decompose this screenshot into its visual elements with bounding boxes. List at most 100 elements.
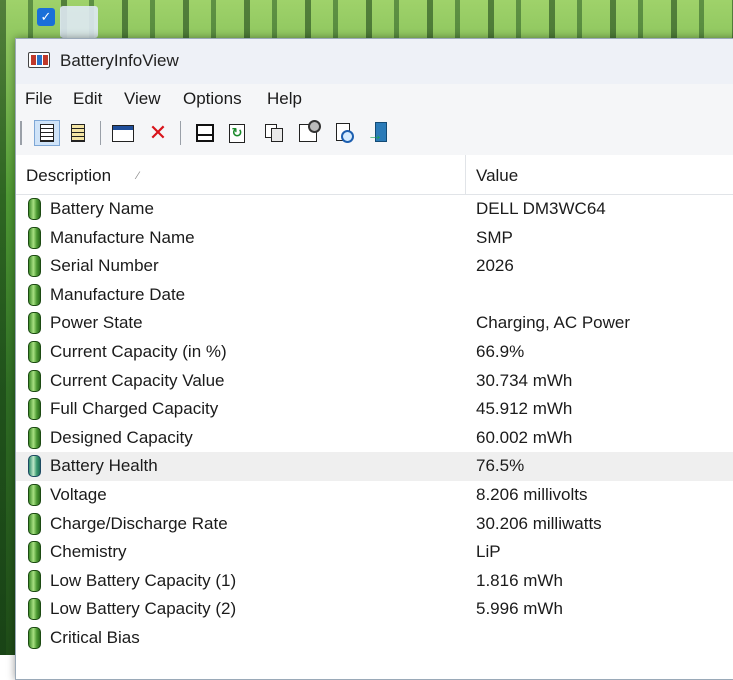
list-row[interactable]: Chemistry LiP: [16, 538, 733, 567]
row-value: Charging, AC Power: [476, 313, 631, 333]
row-value: 45.912 mWh: [476, 399, 573, 419]
exit-button[interactable]: →: [365, 120, 391, 146]
row-value: SMP: [476, 227, 513, 247]
clipboard-details-button[interactable]: [65, 120, 91, 146]
properties-icon: [299, 120, 321, 142]
list-row[interactable]: Manufacture Name SMP: [16, 224, 733, 253]
battery-icon: [28, 541, 41, 564]
window-icon: [112, 124, 134, 142]
menu-edit[interactable]: Edit: [73, 89, 102, 109]
battery-icon: [28, 312, 41, 335]
row-value: 1.816 mWh: [476, 570, 563, 590]
row-value: 2026: [476, 256, 514, 276]
checkbox-icon[interactable]: ✓: [37, 8, 55, 26]
battery-icon: [28, 198, 41, 220]
toolbar: ✕ ↻ →: [16, 113, 733, 156]
battery-icon: [28, 626, 41, 649]
properties-button[interactable]: [295, 120, 321, 146]
desktop-shortcut-icon[interactable]: [60, 6, 98, 38]
column-header-value[interactable]: Value: [476, 166, 518, 186]
menu-bar: File Edit View Options Help: [16, 84, 733, 114]
find-button[interactable]: [331, 120, 357, 146]
toolbar-separator: [100, 121, 101, 145]
battery-icon: [28, 398, 41, 421]
row-description: Voltage: [50, 484, 107, 504]
menu-options[interactable]: Options: [183, 89, 242, 109]
battery-icon: [28, 598, 41, 621]
row-description: Battery Name: [50, 199, 154, 218]
find-icon: [334, 123, 354, 143]
row-description: Low Battery Capacity (2): [50, 599, 237, 619]
list-row[interactable]: Voltage 8.206 millivolts: [16, 481, 733, 510]
details-button[interactable]: [34, 120, 60, 146]
row-description: Manufacture Name: [50, 227, 195, 247]
toolbar-separator: [180, 121, 181, 145]
list-row[interactable]: Current Capacity Value 30.734 mWh: [16, 367, 733, 396]
save-icon: [196, 124, 214, 142]
row-value: 30.206 milliwatts: [476, 513, 602, 533]
exit-icon: →: [367, 122, 389, 144]
save-button[interactable]: [192, 120, 218, 146]
row-value: 60.002 mWh: [476, 427, 573, 447]
battery-icon: [28, 455, 41, 478]
html-report-button[interactable]: [110, 120, 136, 146]
row-value: 30.734 mWh: [476, 370, 573, 390]
list-row[interactable]: Battery Name DELL DM3WC64: [16, 195, 733, 224]
sort-indicator-icon: ⁄: [137, 170, 139, 182]
column-divider[interactable]: [465, 155, 466, 194]
toolbar-grip[interactable]: [20, 121, 22, 145]
row-description: Manufacture Date: [50, 284, 186, 304]
row-value: 76.5%: [476, 456, 525, 476]
row-value: 66.9%: [476, 341, 525, 361]
row-description: Critical Bias: [50, 627, 140, 647]
list-row[interactable]: Battery Health 76.5%: [16, 452, 733, 481]
list-row[interactable]: Current Capacity (in %) 66.9%: [16, 338, 733, 367]
list-row[interactable]: Serial Number 2026: [16, 252, 733, 281]
column-header-description[interactable]: Description: [26, 166, 111, 186]
row-value: DELL DM3WC64: [476, 199, 606, 218]
copy-icon: [264, 123, 284, 143]
row-description: Battery Health: [50, 456, 158, 476]
list-row[interactable]: Charge/Discharge Rate 30.206 milliwatts: [16, 510, 733, 539]
list-row[interactable]: Designed Capacity 60.002 mWh: [16, 424, 733, 453]
battery-icon: [28, 369, 41, 392]
refresh-button[interactable]: ↻: [224, 120, 250, 146]
battery-icon: [28, 512, 41, 535]
row-description: Designed Capacity: [50, 427, 193, 447]
battery-icon: [28, 340, 41, 363]
app-window: BatteryInfoView File Edit View Options H…: [15, 38, 733, 680]
row-description: Full Charged Capacity: [50, 399, 219, 419]
row-description: Serial Number: [50, 256, 159, 276]
list-row[interactable]: Power State Charging, AC Power: [16, 309, 733, 338]
list-row[interactable]: Manufacture Date: [16, 281, 733, 310]
menu-view[interactable]: View: [124, 89, 161, 109]
title-bar[interactable]: BatteryInfoView: [16, 39, 733, 84]
window-title: BatteryInfoView: [60, 51, 179, 70]
row-description: Low Battery Capacity (1): [50, 570, 237, 590]
row-description: Chemistry: [50, 542, 127, 562]
row-value: LiP: [476, 542, 501, 562]
battery-icon: [28, 255, 41, 278]
list-row[interactable]: Low Battery Capacity (2) 5.996 mWh: [16, 595, 733, 624]
battery-icon: [28, 283, 41, 306]
row-description: Current Capacity (in %): [50, 341, 227, 361]
list-row[interactable]: Full Charged Capacity 45.912 mWh: [16, 395, 733, 424]
battery-app-icon: [28, 52, 50, 68]
list-header: Description ⁄ Value: [16, 155, 733, 195]
menu-file[interactable]: File: [25, 89, 52, 109]
delete-button[interactable]: ✕: [145, 120, 171, 146]
battery-icon: [28, 483, 41, 506]
refresh-icon: ↻: [229, 123, 245, 143]
details-icon: [40, 124, 54, 142]
list-row[interactable]: Low Battery Capacity (1) 1.816 mWh: [16, 567, 733, 596]
copy-button[interactable]: [261, 120, 287, 146]
row-description: Charge/Discharge Rate: [50, 513, 228, 533]
row-value: 8.206 millivolts: [476, 484, 588, 504]
list-row[interactable]: Critical Bias: [16, 624, 733, 653]
battery-icon: [28, 226, 41, 249]
battery-icon: [28, 426, 41, 449]
row-value: 5.996 mWh: [476, 599, 563, 619]
row-description: Current Capacity Value: [50, 370, 225, 390]
menu-help[interactable]: Help: [267, 89, 302, 109]
delete-icon: ✕: [148, 120, 168, 145]
